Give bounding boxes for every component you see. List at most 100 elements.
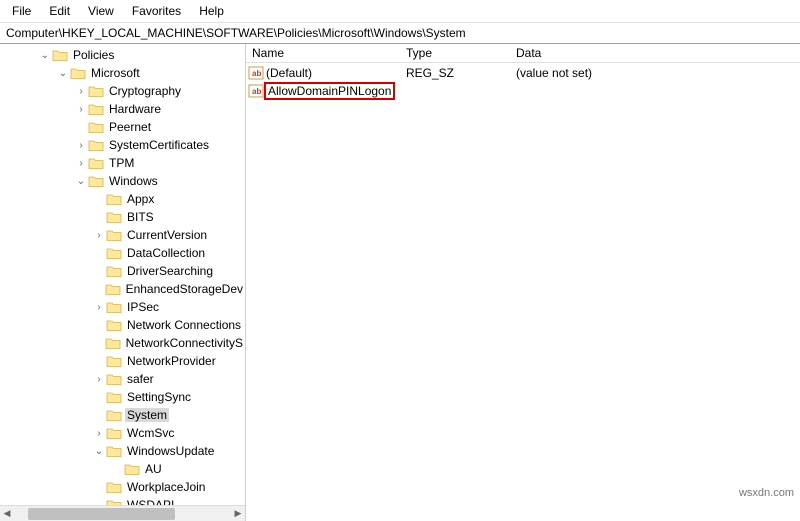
tree-label: BITS (125, 210, 156, 224)
tree-label: SettingSync (125, 390, 193, 404)
scroll-left-icon[interactable]: ◀ (0, 507, 14, 521)
column-type[interactable]: Type (406, 46, 516, 60)
menu-edit[interactable]: Edit (41, 2, 78, 20)
address-bar[interactable]: Computer\HKEY_LOCAL_MACHINE\SOFTWARE\Pol… (0, 23, 800, 44)
folder-icon (106, 300, 122, 314)
tree-enhancedstorage[interactable]: EnhancedStorageDev (0, 280, 245, 298)
tree-networkconnectivity[interactable]: NetworkConnectivityS (0, 334, 245, 352)
tree-windowsupdate[interactable]: WindowsUpdate (0, 442, 245, 460)
tree-label: AU (143, 462, 164, 476)
tree-hardware[interactable]: Hardware (0, 100, 245, 118)
tree-datacollection[interactable]: DataCollection (0, 244, 245, 262)
tree-bits[interactable]: BITS (0, 208, 245, 226)
value-type: REG_SZ (406, 66, 516, 80)
tree-tpm[interactable]: TPM (0, 154, 245, 172)
tree-systemcertificates[interactable]: SystemCertificates (0, 136, 245, 154)
folder-icon (106, 444, 122, 458)
folder-icon (106, 318, 122, 332)
folder-icon (106, 192, 122, 206)
menu-view[interactable]: View (80, 2, 122, 20)
folder-icon (88, 102, 104, 116)
expander-icon[interactable] (92, 446, 106, 457)
expander-icon[interactable] (74, 104, 88, 115)
value-name: (Default) (264, 66, 406, 80)
tree-microsoft[interactable]: Microsoft (0, 64, 245, 82)
expander-icon[interactable] (56, 68, 70, 79)
expander-icon[interactable] (92, 374, 106, 385)
string-value-icon (248, 84, 264, 98)
value-row-allowdomainpinlogon[interactable]: AllowDomainPINLogon (246, 82, 800, 100)
tree-peernet[interactable]: Peernet (0, 118, 245, 136)
tree-cryptography[interactable]: Cryptography (0, 82, 245, 100)
list-pane: Name Type Data (Default) REG_SZ (value n… (246, 44, 800, 521)
tree-au[interactable]: AU (0, 460, 245, 478)
tree-label: Microsoft (89, 66, 142, 80)
column-data[interactable]: Data (516, 46, 800, 60)
expander-icon[interactable] (74, 140, 88, 151)
tree-label: Windows (107, 174, 160, 188)
tree-windows[interactable]: Windows (0, 172, 245, 190)
expander-icon[interactable] (38, 50, 52, 61)
tree-label: DriverSearching (125, 264, 215, 278)
tree-label: WindowsUpdate (125, 444, 216, 458)
tree-driversearching[interactable]: DriverSearching (0, 262, 245, 280)
menu-file[interactable]: File (4, 2, 39, 20)
scroll-thumb[interactable] (28, 508, 175, 520)
tree-networkprovider[interactable]: NetworkProvider (0, 352, 245, 370)
column-name[interactable]: Name (246, 46, 406, 60)
folder-icon (88, 156, 104, 170)
tree-label: SystemCertificates (107, 138, 211, 152)
tree-ipsec[interactable]: IPSec (0, 298, 245, 316)
scroll-right-icon[interactable]: ▶ (231, 507, 245, 521)
folder-icon (105, 336, 121, 350)
expander-icon[interactable] (74, 158, 88, 169)
folder-icon (106, 372, 122, 386)
tree-wcmsvc[interactable]: WcmSvc (0, 424, 245, 442)
expander-icon[interactable] (92, 230, 106, 241)
tree-label: DataCollection (125, 246, 207, 260)
tree-label: WorkplaceJoin (125, 480, 207, 494)
tree-label: TPM (107, 156, 136, 170)
string-value-icon (248, 66, 264, 80)
tree-label: CurrentVersion (125, 228, 209, 242)
folder-icon (88, 174, 104, 188)
tree-label: WcmSvc (125, 426, 176, 440)
tree-label: NetworkProvider (125, 354, 218, 368)
value-row-default[interactable]: (Default) REG_SZ (value not set) (246, 64, 800, 82)
watermark: wsxdn.com (739, 487, 794, 499)
folder-icon (105, 282, 121, 296)
folder-icon (88, 84, 104, 98)
tree-label: Network Connections (125, 318, 243, 332)
tree-settingsync[interactable]: SettingSync (0, 388, 245, 406)
expander-icon[interactable] (92, 302, 106, 313)
value-data: (value not set) (516, 66, 800, 80)
folder-icon (52, 48, 68, 62)
tree-label: Hardware (107, 102, 163, 116)
menu-help[interactable]: Help (191, 2, 232, 20)
menu-favorites[interactable]: Favorites (124, 2, 189, 20)
tree-label: safer (125, 372, 156, 386)
tree-system[interactable]: System (0, 406, 245, 424)
tree-label: System (125, 408, 169, 422)
expander-icon[interactable] (74, 86, 88, 97)
tree-safer[interactable]: safer (0, 370, 245, 388)
folder-icon (106, 390, 122, 404)
value-name-highlighted: AllowDomainPINLogon (264, 82, 395, 100)
folder-icon (106, 408, 122, 422)
tree-currentversion[interactable]: CurrentVersion (0, 226, 245, 244)
list-body: (Default) REG_SZ (value not set) AllowDo… (246, 63, 800, 100)
tree-workplacejoin[interactable]: WorkplaceJoin (0, 478, 245, 496)
tree-appx[interactable]: Appx (0, 190, 245, 208)
tree-networkconnections[interactable]: Network Connections (0, 316, 245, 334)
expander-icon[interactable] (92, 428, 106, 439)
tree-pane[interactable]: Policies Microsoft Cryptography Hardware… (0, 44, 246, 521)
folder-icon (70, 66, 86, 80)
folder-icon (106, 354, 122, 368)
folder-icon (88, 138, 104, 152)
expander-icon[interactable] (74, 176, 88, 187)
tree-policies[interactable]: Policies (0, 46, 245, 64)
list-header: Name Type Data (246, 44, 800, 63)
menubar: File Edit View Favorites Help (0, 0, 800, 23)
tree-label: IPSec (125, 300, 161, 314)
folder-icon (124, 462, 140, 476)
